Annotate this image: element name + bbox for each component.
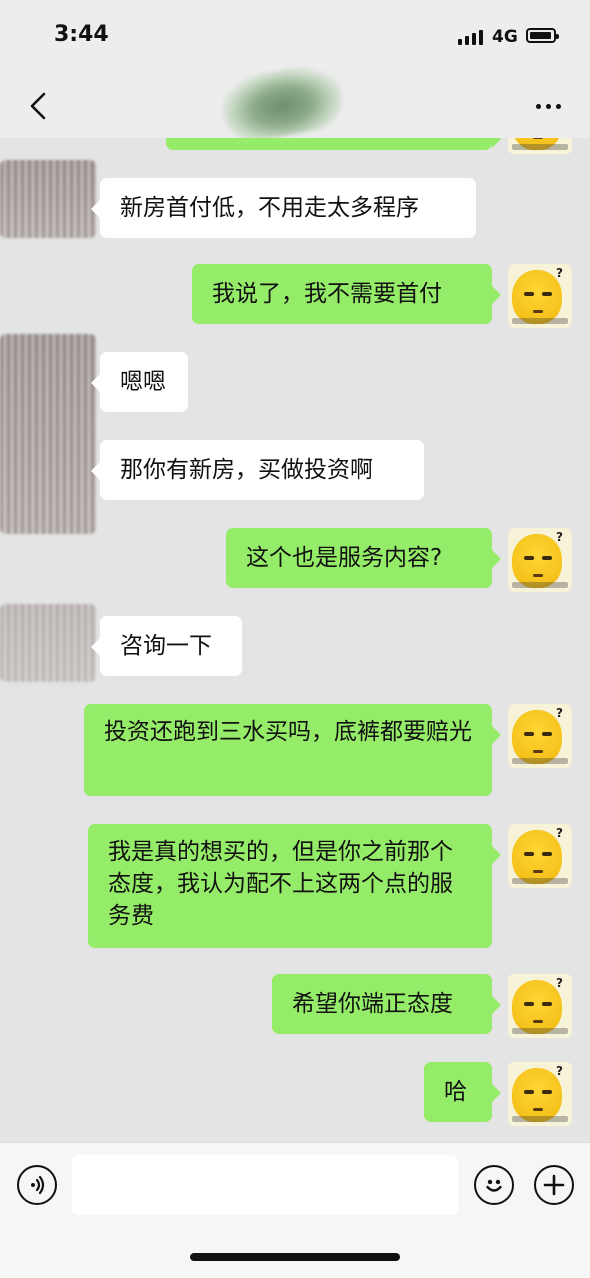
message-bubble-right[interactable]: 我是真的想买的，但是你之前那个态度，我认为配不上这两个点的服务费 xyxy=(88,824,501,948)
message-bubble-left[interactable]: 咨询一下 xyxy=(91,616,242,676)
message-bubble-left[interactable]: 嗯嗯 xyxy=(91,352,188,412)
plus-button[interactable] xyxy=(534,1165,574,1205)
emoji-button[interactable] xyxy=(474,1165,514,1205)
emoji-icon xyxy=(486,1179,502,1192)
input-bar xyxy=(0,1142,590,1278)
contact-avatar[interactable] xyxy=(0,604,96,682)
message-input[interactable] xyxy=(72,1155,458,1215)
more-dots-icon xyxy=(535,103,541,109)
contact-avatar[interactable] xyxy=(0,334,96,534)
my-avatar[interactable]: ? xyxy=(508,264,572,328)
message-list[interactable]: ? 新房首付低，不用走太多程序 我说了，我不需要首付 ? 嗯嗯 那你有新房，买做… xyxy=(0,138,590,1142)
signal-bars-icon xyxy=(458,30,483,45)
message-bubble-right[interactable]: 我说了，我不需要首付 xyxy=(192,264,501,324)
home-indicator[interactable] xyxy=(190,1253,400,1261)
chevron-left-icon xyxy=(30,92,46,120)
chat-header xyxy=(0,60,590,146)
status-time: 3:44 xyxy=(54,22,109,47)
my-avatar[interactable]: ? xyxy=(508,704,572,768)
message-bubble-right[interactable]: 这个也是服务内容? xyxy=(226,528,501,588)
message-bubble-left[interactable]: 新房首付低，不用走太多程序 xyxy=(91,178,476,238)
message-bubble-right[interactable]: 哈 xyxy=(424,1062,501,1122)
message-bubble-partial xyxy=(166,138,501,150)
contact-avatar[interactable] xyxy=(0,160,96,238)
my-avatar[interactable]: ? xyxy=(508,974,572,1038)
plus-icon xyxy=(543,1174,565,1196)
message-bubble-left[interactable]: 那你有新房，买做投资啊 xyxy=(91,440,424,500)
my-avatar[interactable]: ? xyxy=(508,824,572,888)
network-type: 4G xyxy=(492,27,518,47)
my-avatar[interactable]: ? xyxy=(508,1062,572,1126)
battery-icon xyxy=(526,28,559,43)
voice-button[interactable] xyxy=(17,1165,57,1205)
back-button[interactable] xyxy=(18,84,58,128)
voice-icon xyxy=(31,1175,45,1195)
message-bubble-right[interactable]: 投资还跑到三水买吗，底裤都要赔光 xyxy=(84,704,501,796)
my-avatar[interactable]: ? xyxy=(508,528,572,592)
more-button[interactable] xyxy=(528,94,568,118)
status-bar: 3:44 4G xyxy=(0,0,590,76)
my-avatar: ? xyxy=(508,138,572,154)
message-bubble-right[interactable]: 希望你端正态度 xyxy=(272,974,501,1034)
